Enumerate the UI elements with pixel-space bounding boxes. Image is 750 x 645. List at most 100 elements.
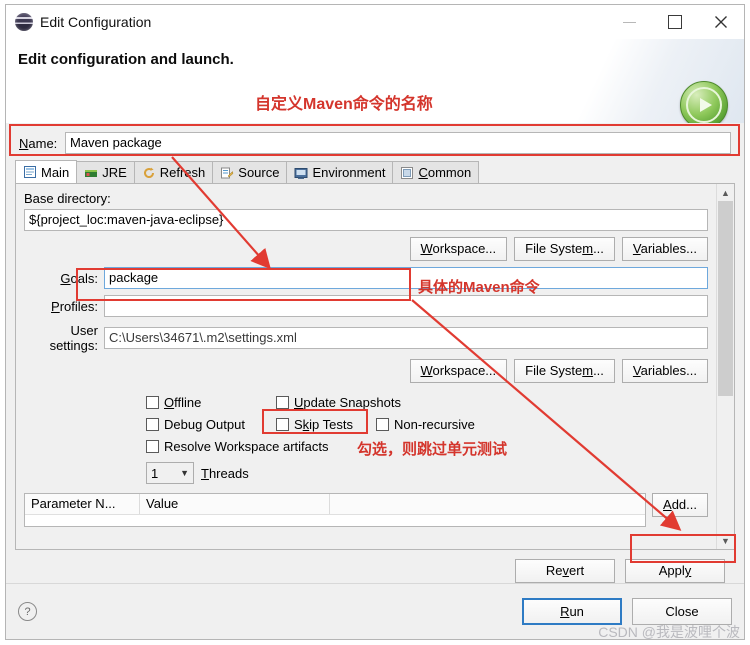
minimize-button[interactable] [606,5,652,39]
checkbox-label: Offline [164,394,202,410]
tab-main[interactable]: Main [15,160,78,183]
checkbox-box[interactable] [146,417,159,431]
main-tab-fields: Base directory: ${project_loc:maven-java… [16,184,716,549]
checkbox-label: Debug Output [164,416,245,432]
tab-common[interactable]: Common [392,161,480,183]
close-icon [715,16,727,28]
window-title: Edit Configuration [40,14,152,30]
name-label: Name: [19,135,58,151]
goals-input[interactable]: package [104,267,708,289]
checkbox-label: Non-recursive [394,416,475,432]
tab-refresh[interactable]: Refresh [133,161,214,183]
scroll-up-icon[interactable]: ▲ [717,184,734,201]
tab-bar: Main JRE Refresh Source Environment Comm… [15,160,735,184]
base-workspace-button[interactable]: Workspace... [409,237,508,261]
base-directory-buttons: Workspace... File System... Variables... [24,237,708,261]
source-tab-icon [221,167,234,178]
checkbox-box[interactable] [146,439,159,453]
panel-scrollbar[interactable]: ▲ ▼ [716,184,734,549]
jre-tab-icon [85,169,98,177]
scroll-thumb[interactable] [718,201,733,397]
chevron-down-icon: ▼ [180,468,189,478]
main-tab-icon [24,166,36,178]
parameter-table-header: Parameter N... Value [25,494,646,515]
tab-source[interactable]: Source [212,161,288,183]
apply-row: Revert Apply [15,550,735,583]
checkbox-resolve-workspace-artifacts[interactable]: Resolve Workspace artifacts [146,439,329,454]
checkbox-debug-output[interactable]: Debug Output [146,417,276,432]
refresh-tab-icon [143,167,154,178]
column-header-parameter-name[interactable]: Parameter N... [25,494,140,514]
checkbox-label: Update Snapshots [294,394,401,410]
tab-label: Common [418,165,472,180]
tab-label: Refresh [159,165,206,180]
name-input[interactable]: Maven package [65,132,731,154]
titlebar: Edit Configuration [6,5,744,39]
base-variables-button[interactable]: Variables... [621,237,708,261]
close-dialog-button[interactable]: Close [632,598,732,625]
column-header-value[interactable]: Value [140,494,330,514]
user-settings-buttons: Workspace... File System... Variables... [24,359,708,383]
goals-label: Goals: [60,270,98,286]
apply-button[interactable]: Apply [625,559,725,583]
tab-jre[interactable]: JRE [76,161,135,183]
checkbox-box[interactable] [376,417,389,431]
dialog-content: Name: Maven package Main JRE Refresh Sou… [6,123,744,583]
watermark: CSDN @我是波哩个波 [598,624,740,640]
eclipse-icon [15,13,33,31]
checkbox-non-recursive[interactable]: Non-recursive [376,417,475,432]
settings-variables-button[interactable]: Variables... [621,359,708,383]
checkbox-box[interactable] [276,395,289,409]
annotation-name: 自定义Maven命令的名称 [255,96,433,113]
base-file-system-button[interactable]: File System... [514,237,615,261]
settings-file-system-button[interactable]: File System... [514,359,615,383]
threads-dropdown[interactable]: 1 ▼ [146,462,194,484]
user-settings-row: User settings: C:\Users\34671\.m2\settin… [24,323,708,353]
annotation-skip-tests: 勾选，则跳过单元测试 [357,441,508,458]
threads-label: Threads [201,465,249,481]
tab-label: Source [238,165,280,180]
parameter-table-buttons: Add... [652,493,708,517]
parameter-table[interactable]: Parameter N... Value [24,493,647,527]
checkbox-box[interactable] [276,417,289,431]
base-directory-label: Base directory: [24,191,111,206]
base-directory-input[interactable]: ${project_loc:maven-java-eclipse} [24,209,708,231]
checkbox-row-1: Offline Update Snapshots [146,391,708,413]
user-settings-label: User settings: [49,323,98,353]
common-tab-icon [401,166,414,179]
user-settings-input[interactable]: C:\Users\34671\.m2\settings.xml [104,327,708,349]
checkbox-label: Skip Tests [294,416,354,432]
checkbox-skip-tests[interactable]: Skip Tests [276,417,376,432]
tab-label: JRE [102,165,127,180]
close-button[interactable] [698,5,744,39]
checkbox-offline[interactable]: Offline [146,395,276,410]
threads-row: 1 ▼ Threads [146,461,708,485]
minimize-icon [622,21,636,23]
profiles-input[interactable] [104,295,708,317]
scroll-track[interactable] [717,201,734,532]
goals-row: Goals: package [24,267,708,289]
main-tab-panel: Base directory: ${project_loc:maven-java… [15,184,735,550]
tab-label: Main [41,164,70,180]
add-parameter-button[interactable]: Add... [652,493,708,517]
checkbox-label: Resolve Workspace artifacts [164,438,329,454]
tab-environment[interactable]: Environment [286,161,394,183]
help-icon[interactable]: ? [18,602,37,621]
run-play-icon [680,81,728,129]
checkbox-update-snapshots[interactable]: Update Snapshots [276,395,401,410]
maximize-button[interactable] [652,5,698,39]
name-row: Name: Maven package [15,127,735,159]
window-controls [606,5,744,39]
run-button[interactable]: Run [522,598,622,625]
annotation-goals: 具体的Maven命令 [418,279,540,296]
column-header-extra[interactable] [330,494,645,514]
checkbox-box[interactable] [146,395,159,409]
maximize-icon [668,15,682,29]
threads-value: 1 [151,465,159,481]
profiles-row: Profiles: [24,295,708,317]
settings-workspace-button[interactable]: Workspace... [409,359,508,383]
environment-tab-icon [294,167,308,179]
header-title: Edit configuration and launch. [18,51,234,68]
revert-button[interactable]: Revert [515,559,615,583]
scroll-down-icon[interactable]: ▼ [717,532,734,549]
